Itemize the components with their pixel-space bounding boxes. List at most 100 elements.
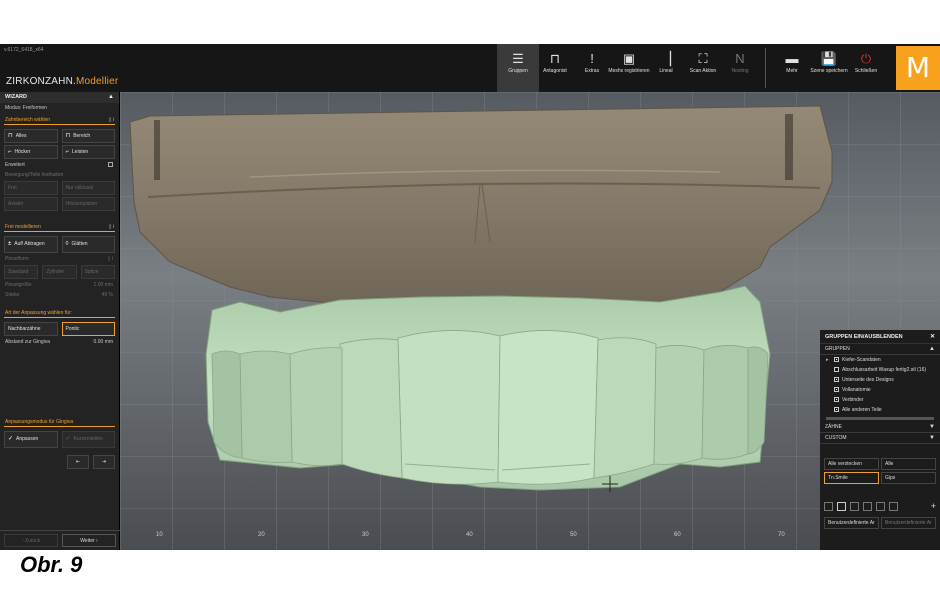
group-checkbox[interactable] — [834, 397, 839, 402]
button-label: Bereich — [73, 133, 91, 139]
add-icon[interactable]: + — [931, 502, 936, 511]
button-label: Höcker — [14, 149, 31, 155]
erweitert-checkbox[interactable] — [108, 162, 113, 167]
preset-swatch[interactable] — [837, 502, 846, 511]
glaetten-button[interactable]: ◊ Glätten — [61, 236, 115, 253]
redo-button[interactable]: ⇥ — [93, 455, 115, 469]
ruler-tick: 70 — [778, 532, 785, 538]
section-custom[interactable]: CUSTOM ▼ — [820, 433, 940, 444]
auftragen-button[interactable]: ± Auf/ Abtragen — [4, 236, 58, 253]
preset-swatch[interactable] — [876, 502, 885, 511]
app-logo[interactable]: M — [896, 46, 940, 90]
custom-preset-2-button[interactable]: Benutzerdefinierte Ar — [881, 517, 936, 529]
pinselform-label: Pinselform — [5, 256, 29, 262]
ridge-icon: ⌐ — [65, 149, 70, 155]
toolbar-extras-button[interactable]: ! Extras — [571, 50, 613, 88]
group-label: Kiefer-Scandaten — [842, 357, 881, 363]
anpassen-button[interactable]: ✓ Anpassen — [4, 431, 58, 448]
toolbar-label: Szene speichern — [810, 68, 848, 74]
tn-smile-button[interactable]: Tn.Smile — [824, 472, 879, 484]
group-checkbox[interactable] — [834, 367, 839, 372]
hoecker-button[interactable]: ⌐ Höcker — [4, 145, 58, 159]
group-item[interactable]: ▸ Kiefer-Scandaten — [820, 355, 940, 365]
group-item[interactable]: Verbinder — [820, 395, 940, 405]
chevron-down-icon: ▼ — [929, 424, 935, 430]
info-icon[interactable]: ▯ i — [109, 115, 114, 125]
area-icon: ⊓ — [65, 133, 71, 139]
group-item[interactable]: Alle anderen Teile — [820, 405, 940, 415]
next-button[interactable]: Weiter › — [62, 534, 116, 547]
zylinder-button[interactable]: Zylinder — [42, 265, 77, 279]
toolbar-nesting-button[interactable]: N Nesting — [719, 50, 761, 88]
bereich-button[interactable]: ⊓ Bereich — [61, 129, 115, 143]
brand-main: ZIRKONZAHN. — [6, 76, 76, 87]
group-label: Alle anderen Teile — [842, 407, 882, 413]
preset-swatch[interactable] — [889, 502, 898, 511]
close-icon[interactable]: ✕ — [930, 330, 935, 344]
pinselgroesse-value: 1.00 mm — [93, 282, 113, 288]
kurzerstellen-button[interactable]: ✓ Kurzerstellen — [61, 431, 115, 448]
group-checkbox[interactable] — [834, 377, 839, 382]
toolbar-save-scene-button[interactable]: 💾 Szene speichern — [808, 50, 850, 88]
group-checkbox[interactable] — [834, 387, 839, 392]
toolbar-meshs-button[interactable]: ▣ Meshs registrieren — [608, 50, 650, 88]
gips-button[interactable]: Gips — [881, 472, 936, 484]
more-icon: ▬ — [785, 51, 799, 66]
preset-swatch[interactable] — [863, 502, 872, 511]
undo-button[interactable]: ⇤ — [67, 455, 89, 469]
toolbar-lineal-button[interactable]: ▕ Lineal — [645, 50, 687, 88]
back-button[interactable]: ‹ Zurück — [4, 534, 58, 547]
check-icon: ✓ — [8, 436, 14, 442]
section-frei-modellieren: Frei modellieren ▯ i — [4, 222, 115, 232]
3d-viewport[interactable]: 10 20 30 40 50 60 70 — [120, 92, 940, 550]
group-checkbox[interactable] — [834, 407, 839, 412]
ruler-tick: 30 — [362, 532, 369, 538]
preset-swatches: + — [820, 498, 940, 515]
info-icon[interactable]: ▯ i — [108, 254, 113, 264]
erweitert-row[interactable]: Erweitert — [0, 160, 119, 170]
show-all-button[interactable]: Alle — [881, 458, 936, 470]
preset-swatch[interactable] — [850, 502, 859, 511]
save-icon: 💾 — [820, 51, 838, 66]
teeth-model — [205, 285, 771, 491]
axial-button[interactable]: Axialer — [4, 197, 58, 211]
collapse-icon[interactable]: ▲ — [108, 92, 114, 103]
horizontal-scrollbar[interactable] — [826, 417, 934, 420]
toolbar-label: Schließen — [854, 68, 878, 74]
button-label: Anpassen — [16, 436, 39, 442]
toolbar-antagonist-button[interactable]: ⊓ Antagonist — [534, 50, 576, 88]
group-item[interactable]: Abschlussarbeit Waxup fertig2.stl (16) — [820, 365, 940, 375]
pinselgroesse-label: Pinselgröße — [5, 282, 32, 288]
spitze-button[interactable]: Spitze — [80, 265, 115, 279]
toolbar-scan-aktion-button[interactable]: ⛶ Scan Aktion — [682, 50, 724, 88]
group-checkbox[interactable] — [834, 357, 839, 362]
pontic-button[interactable]: Pontic — [61, 322, 115, 336]
toolbar-mehr-button[interactable]: ▬ Mehr — [771, 50, 813, 88]
toolbar-gruppen-button[interactable]: ☰ Gruppen — [497, 44, 539, 92]
expand-icon[interactable]: ▸ — [826, 355, 829, 365]
info-icon[interactable]: ▯ i — [109, 222, 114, 232]
standard-button[interactable]: Standard — [4, 265, 39, 279]
abstand-row[interactable]: Abstand zur Gingiva 0.00 mm — [0, 337, 119, 347]
version-label: v.6172_6418_x64 — [4, 47, 44, 53]
section-gruppen[interactable]: GRUPPEN ▲ — [820, 344, 940, 355]
leisten-button[interactable]: ⌐ Leisten — [61, 145, 115, 159]
alles-button[interactable]: ⊓ Alles — [4, 129, 58, 143]
nur-okklusal-button[interactable]: Nur okklusal — [61, 181, 115, 195]
section-title: GRUPPEN — [825, 346, 850, 352]
group-item[interactable]: Vollanatomie — [820, 385, 940, 395]
hoeckerspitzen-button[interactable]: Höckerspitzen — [61, 197, 115, 211]
preset-swatch[interactable] — [824, 502, 833, 511]
nachbarzaehne-button[interactable]: Nachbarzähne — [4, 322, 58, 336]
section-zaehne[interactable]: ZÄHNE ▼ — [820, 422, 940, 433]
wizard-panel: WIZARD ▲ Modus: Freiformen Zahnbereich w… — [0, 92, 120, 550]
hide-all-button[interactable]: Alle verstecken — [824, 458, 879, 470]
erweitert-label: Erweitert — [5, 162, 25, 168]
frei-button[interactable]: Frei — [4, 181, 58, 195]
group-item[interactable]: Unterseite des Designs — [820, 375, 940, 385]
toolbar-close-button[interactable]: ⏻ Schließen — [845, 50, 887, 88]
wizard-header[interactable]: WIZARD ▲ — [0, 92, 119, 103]
custom-preset-1-button[interactable]: Benutzerdefinierte Ar — [824, 517, 879, 529]
pinselgroesse-row[interactable]: Pinselgröße 1.00 mm — [0, 280, 119, 290]
staerke-row[interactable]: Stärke 49 % — [0, 290, 119, 300]
